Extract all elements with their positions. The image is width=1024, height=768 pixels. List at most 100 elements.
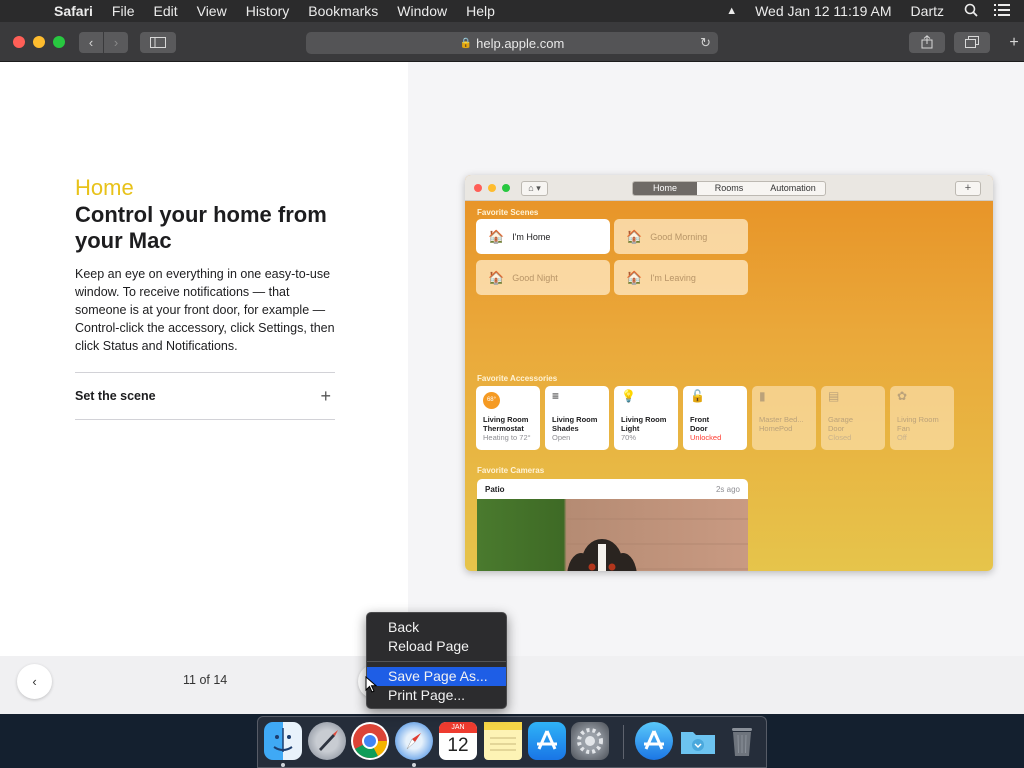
window-minimize-button[interactable]	[33, 36, 45, 48]
reload-icon[interactable]: ↻	[700, 35, 711, 51]
back-button[interactable]: ‹	[79, 32, 103, 53]
accessory-name-line1: Living Room	[897, 415, 939, 424]
accessory-tile: ≡ Living Room Shades Open	[545, 386, 609, 450]
app-store-icon[interactable]	[528, 722, 566, 760]
previous-page-button[interactable]: ‹	[17, 664, 52, 699]
favorite-accessories-heading: Favorite Accessories	[477, 374, 558, 383]
accessory-name-line1: Living Room	[552, 415, 598, 424]
accessory-name-line2: HomePod	[759, 424, 793, 433]
chevron-left-icon: ‹	[32, 674, 37, 689]
sidebar-icon	[150, 37, 166, 48]
system-preferences-icon[interactable]	[571, 722, 609, 760]
plus-icon: +	[1009, 34, 1019, 51]
show-tabs-button[interactable]	[954, 32, 990, 53]
dock: JAN 12	[257, 716, 767, 768]
scene-name: Good Morning	[650, 231, 708, 242]
menu-file[interactable]: File	[112, 3, 135, 19]
finder-icon[interactable]	[264, 722, 302, 760]
accessory-name-line2: Door	[690, 424, 708, 433]
chevron-left-icon: ‹	[88, 35, 94, 50]
sidebar-toggle-button[interactable]	[140, 32, 176, 53]
new-tab-button[interactable]: +	[1004, 32, 1024, 53]
chrome-icon[interactable]	[351, 722, 389, 760]
home-app-tabs: Home Rooms Automation	[632, 181, 826, 196]
accessory-name-line1: Living Room	[621, 415, 667, 424]
menu-history[interactable]: History	[246, 3, 290, 19]
trash-icon[interactable]	[723, 722, 761, 760]
favorite-cameras-heading: Favorite Cameras	[477, 466, 545, 475]
accessory-name-line1: Garage	[828, 415, 854, 424]
home-add-icon: +	[955, 181, 981, 196]
share-icon	[921, 35, 933, 49]
menu-help[interactable]: Help	[466, 3, 495, 19]
dog-photo	[567, 518, 748, 571]
close-dot-icon	[474, 184, 482, 192]
address-bar[interactable]: 🔒 help.apple.com ↻	[306, 32, 718, 54]
home-app-titlebar: ⌂ ▾ Home Rooms Automation +	[465, 175, 993, 201]
scene-name: Good Night	[512, 272, 558, 283]
menu-view[interactable]: View	[197, 3, 227, 19]
zoom-dot-icon	[502, 184, 510, 192]
menu-clock[interactable]: Wed Jan 12 11:19 AM	[755, 3, 891, 19]
chevron-right-icon: ›	[113, 35, 119, 50]
camera-feed-image	[477, 499, 748, 571]
context-menu-back[interactable]: Back	[367, 618, 506, 637]
calendar-icon[interactable]: JAN 12	[439, 722, 477, 760]
spotlight-search-icon[interactable]	[964, 3, 978, 20]
context-menu-print-page[interactable]: Print Page...	[367, 686, 506, 705]
garage-door-icon: ▤	[828, 389, 840, 403]
sunrise-house-icon: 🏠	[626, 228, 643, 244]
accessory-tile: 🔓 Front Door Unlocked	[683, 386, 747, 450]
context-menu-save-page-as[interactable]: Save Page As...	[367, 667, 506, 686]
house-person-icon: 🏠	[488, 228, 505, 244]
window-close-button[interactable]	[13, 36, 25, 48]
forward-button[interactable]: ›	[104, 32, 128, 53]
accessory-tile: ▮ Master Bed... HomePod	[752, 386, 816, 450]
mouse-pointer-icon	[365, 675, 378, 698]
notes-icon[interactable]	[484, 722, 522, 760]
home-menu-icon: ⌂ ▾	[521, 181, 548, 196]
divider	[75, 419, 335, 420]
menu-bar: Safari File Edit View History Bookmarks …	[0, 0, 1024, 22]
scene-name: I'm Home	[512, 231, 551, 242]
menu-safari[interactable]: Safari	[54, 3, 93, 19]
downloads-folder-icon[interactable]	[679, 722, 717, 760]
walking-house-icon: 🏠	[626, 269, 643, 285]
scene-tile: 🏠 I'm Leaving	[614, 260, 748, 295]
accessory-status: Unlocked	[690, 433, 722, 442]
menu-edit[interactable]: Edit	[153, 3, 177, 19]
menu-user[interactable]: Dartz	[911, 3, 944, 19]
notification-center-icon[interactable]	[994, 3, 1010, 19]
section-eyebrow: Home	[75, 175, 134, 200]
app-store-download-icon[interactable]	[635, 722, 673, 760]
accessory-status: Heating to 72°	[483, 433, 531, 442]
page-navigation-bar: ‹ 11 of 14	[0, 656, 1024, 714]
safari-icon[interactable]	[395, 722, 433, 760]
accessory-name-line2: Thermostat	[483, 424, 524, 433]
window-zoom-button[interactable]	[53, 36, 65, 48]
home-tab-home: Home	[633, 182, 697, 195]
scene-tile: 🏠 Good Morning	[614, 219, 748, 254]
fan-icon: ✿	[897, 389, 908, 403]
thermostat-icon: 68°	[483, 392, 533, 412]
accessory-name-line1: Master Bed...	[759, 415, 804, 424]
context-menu: Back Reload Page Save Page As... Print P…	[366, 612, 507, 709]
context-menu-reload-page[interactable]: Reload Page	[367, 637, 506, 656]
menu-window[interactable]: Window	[397, 3, 447, 19]
scene-name: I'm Leaving	[650, 272, 696, 283]
accordion-label: Set the scene	[75, 389, 156, 403]
accessory-tile: 68° Living Room Thermostat Heating to 72…	[476, 386, 540, 450]
expand-plus-icon[interactable]: +	[320, 386, 331, 407]
accordion-set-the-scene[interactable]: Set the scene +	[75, 373, 335, 419]
accessory-name-line2: Fan	[897, 424, 910, 433]
eject-icon[interactable]: ▲	[726, 5, 737, 17]
menu-bookmarks[interactable]: Bookmarks	[308, 3, 378, 19]
accessory-tile: ✿ Living Room Fan Off	[890, 386, 954, 450]
web-page: Home Control your home from your Mac Kee…	[0, 62, 1024, 714]
share-button[interactable]	[909, 32, 945, 53]
scene-tile: 🏠 I'm Home	[476, 219, 610, 254]
shades-icon: ≡	[552, 389, 560, 403]
camera-name: Patio	[485, 484, 505, 494]
menu-bar-extras: ▲ Wed Jan 12 11:19 AM Dartz	[726, 0, 1024, 22]
launchpad-icon[interactable]	[308, 722, 346, 760]
